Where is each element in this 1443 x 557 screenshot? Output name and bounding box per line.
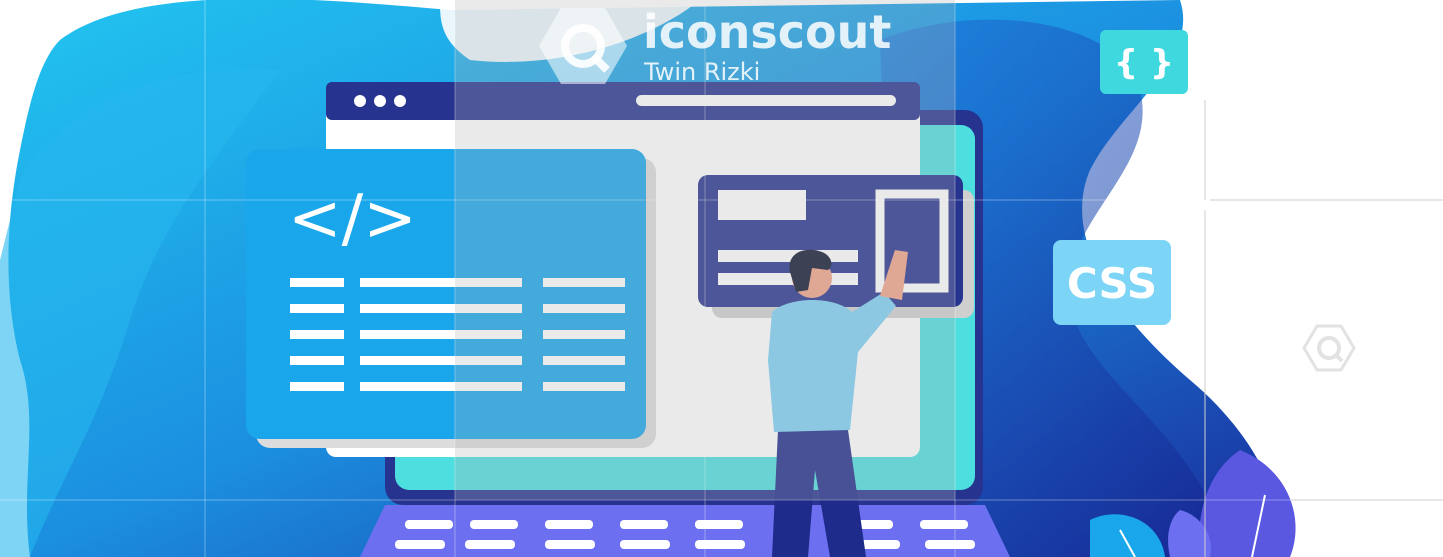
braces-badge-label: { } <box>1114 43 1174 83</box>
watermark-brand: iconscout <box>643 5 891 59</box>
watermark-logo-small-icon <box>1302 324 1356 372</box>
window-dot-1 <box>354 95 366 107</box>
css-badge-label: CSS <box>1067 259 1157 308</box>
watermark-author: Twin Rizki <box>643 58 760 86</box>
window-dot-3 <box>394 95 406 107</box>
illustration-canvas: </> { } CSS iconscout Twin Rizki <box>0 0 1443 557</box>
keyboard <box>360 505 1010 557</box>
code-symbol: </> <box>288 182 417 256</box>
window-dot-2 <box>374 95 386 107</box>
web-development-illustration: </> { } CSS iconscout Twin Rizki <box>0 0 1443 557</box>
